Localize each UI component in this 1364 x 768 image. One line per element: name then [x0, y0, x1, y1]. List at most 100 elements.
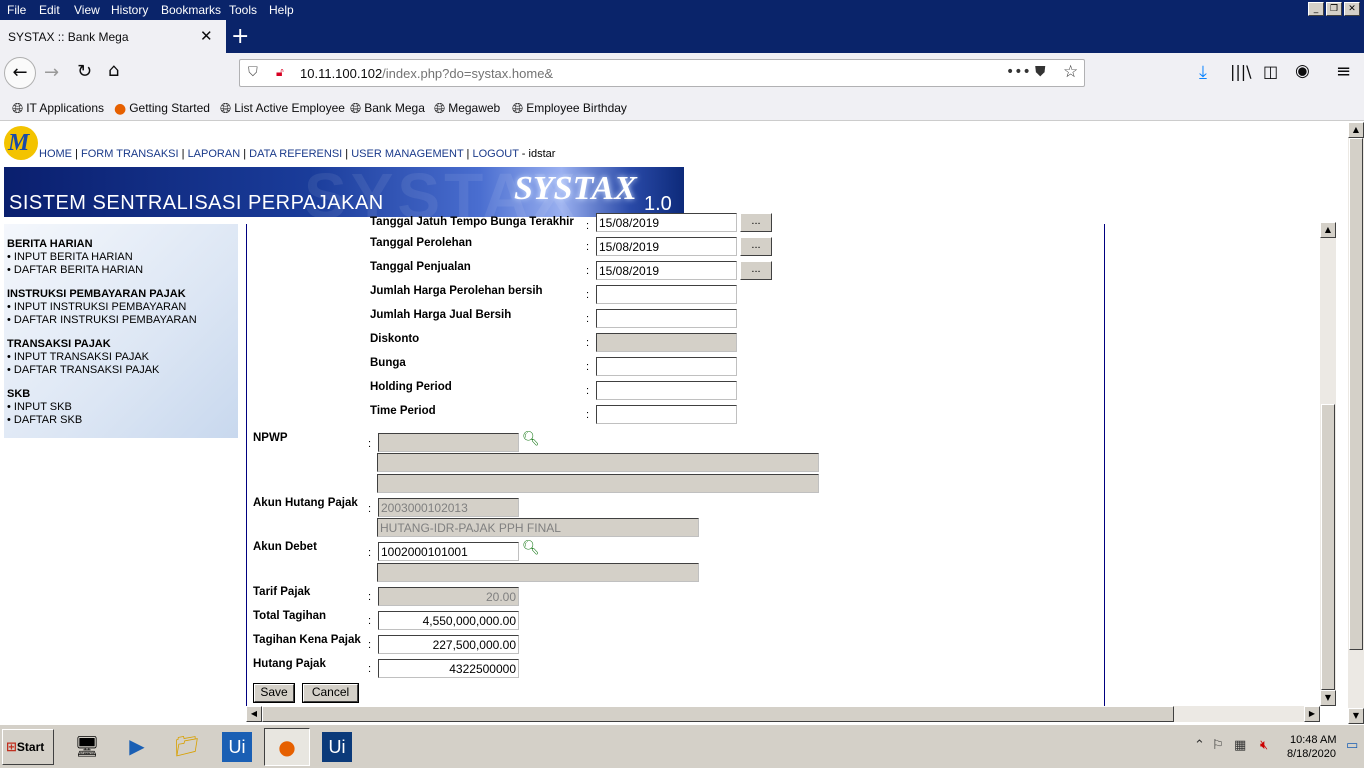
jumlah-harga-perolehan-input[interactable]: [596, 285, 737, 304]
cancel-button[interactable]: Cancel: [302, 683, 359, 703]
npwp-input[interactable]: [378, 433, 519, 452]
sidebar-item-daftar-skb[interactable]: • DAFTAR SKB: [7, 414, 82, 426]
search-icon[interactable]: 🔍︎: [522, 540, 540, 556]
account-icon[interactable]: ◉: [1295, 61, 1310, 81]
network-icon[interactable]: ▦: [1234, 738, 1246, 753]
nav-laporan[interactable]: LAPORAN: [188, 148, 241, 160]
bookmark-bank-mega[interactable]: 🌐︎ Bank Mega: [350, 100, 425, 117]
bunga-input[interactable]: [596, 357, 737, 376]
uipath-robot-icon[interactable]: Ui: [314, 728, 360, 766]
holding-period-input[interactable]: [596, 381, 737, 400]
bookmark-getting-started[interactable]: ● Getting Started: [114, 100, 210, 117]
sidebar-item-daftar-berita-harian[interactable]: • DAFTAR BERITA HARIAN: [7, 264, 143, 276]
date-picker-button[interactable]: ...: [740, 237, 772, 256]
volume-muted-icon[interactable]: 🔇︎: [1260, 738, 1268, 753]
back-arrow-icon[interactable]: ←: [4, 57, 36, 89]
minimize-icon[interactable]: _: [1308, 2, 1324, 16]
sidebar-item-daftar-transaksi-pajak[interactable]: • DAFTAR TRANSAKSI PAJAK: [7, 364, 159, 376]
tanggal-jatuh-tempo-input[interactable]: 15/08/2019: [596, 213, 737, 232]
label-total-tagihan: Total Tagihan: [253, 610, 327, 622]
scroll-right-icon[interactable]: ▶: [1304, 706, 1320, 722]
time-period-input[interactable]: [596, 405, 737, 424]
reload-icon[interactable]: ↻: [77, 61, 92, 82]
sidebar-item-input-transaksi-pajak[interactable]: • INPUT TRANSAKSI PAJAK: [7, 351, 149, 363]
url-text[interactable]: 10.11.100.102/index.php?do=systax.home&: [300, 66, 553, 81]
pocket-icon[interactable]: ⛊: [1035, 64, 1046, 80]
menu-bookmarks[interactable]: Bookmarks: [161, 3, 221, 17]
sidebar-item-input-skb[interactable]: • INPUT SKB: [7, 401, 72, 413]
search-icon[interactable]: 🔍︎: [522, 431, 540, 447]
menu-edit[interactable]: Edit: [39, 3, 60, 17]
shield-icon[interactable]: ⛉: [248, 65, 258, 80]
hamburger-menu-icon[interactable]: ≡: [1336, 61, 1351, 82]
date-picker-button[interactable]: ...: [740, 213, 772, 232]
scroll-up-icon[interactable]: ▲: [1348, 122, 1364, 138]
bookmark-employee-birthday[interactable]: 🌐︎ Employee Birthday: [512, 100, 627, 117]
chevron-up-icon[interactable]: ⌃: [1194, 738, 1205, 753]
bookmark-it-applications[interactable]: 🌐︎ IT Applications: [12, 100, 104, 117]
akun-hutang-pajak-input: 2003000102013: [378, 498, 519, 517]
scroll-up-icon[interactable]: ▲: [1320, 222, 1336, 238]
nav-home[interactable]: HOME: [39, 148, 72, 160]
restore-icon[interactable]: ❐: [1326, 2, 1342, 16]
menu-help[interactable]: Help: [269, 3, 294, 17]
tagihan-kena-pajak-input[interactable]: 227,500,000.00: [378, 635, 519, 654]
clock-time[interactable]: 10:48 AM: [1290, 734, 1336, 746]
uipath-studio-icon[interactable]: Ui: [214, 728, 260, 766]
bookmark-megaweb[interactable]: 🌐︎ Megaweb: [434, 100, 500, 117]
url-bar[interactable]: ⛉ 🔓︎ 10.11.100.102/index.php?do=systax.h…: [239, 59, 1085, 87]
sidebar-item-input-berita-harian[interactable]: • INPUT BERITA HARIAN: [7, 251, 133, 263]
firefox-icon: ●: [114, 101, 127, 117]
nav-data-referensi[interactable]: DATA REFERENSI: [249, 148, 342, 160]
show-desktop-icon[interactable]: ▭: [1346, 738, 1358, 753]
menu-history[interactable]: History: [111, 3, 148, 17]
nav-logout[interactable]: LOGOUT: [472, 148, 518, 160]
library-icon[interactable]: |||\: [1230, 62, 1252, 81]
close-window-icon[interactable]: ✕: [1344, 2, 1360, 16]
file-explorer-icon[interactable]: 📁︎: [164, 728, 210, 766]
bookmark-list-active-employee[interactable]: 🌐︎ List Active Employee: [220, 100, 345, 117]
start-button[interactable]: ⊞Start: [2, 729, 54, 765]
akun-debet-input[interactable]: 1002000101001: [378, 542, 519, 561]
label-diskonto: Diskonto: [370, 333, 420, 345]
scrollbar-thumb[interactable]: [1321, 404, 1335, 690]
close-tab-icon[interactable]: ✕: [200, 27, 213, 45]
save-button[interactable]: Save: [253, 683, 295, 703]
sidebar-item-input-instruksi-pembayaran[interactable]: • INPUT INSTRUKSI PEMBAYARAN: [7, 301, 186, 313]
server-manager-icon[interactable]: 🖥︎: [64, 728, 110, 766]
form-vertical-scrollbar[interactable]: ▲ ▼: [1320, 222, 1336, 706]
flag-icon[interactable]: ⚐: [1212, 738, 1224, 753]
clock-date[interactable]: 8/18/2020: [1287, 748, 1336, 760]
menu-tools[interactable]: Tools: [229, 3, 257, 17]
home-icon[interactable]: ⌂: [108, 60, 119, 81]
scroll-down-icon[interactable]: ▼: [1320, 690, 1336, 706]
scroll-left-icon[interactable]: ◀: [246, 706, 262, 722]
powershell-icon[interactable]: ▶: [114, 728, 160, 766]
sidebar-item-daftar-instruksi-pembayaran[interactable]: • DAFTAR INSTRUKSI PEMBAYARAN: [7, 314, 197, 326]
page-actions-icon[interactable]: •••: [1006, 64, 1031, 80]
scroll-down-icon[interactable]: ▼: [1348, 708, 1364, 724]
form-horizontal-scrollbar[interactable]: ◀ ▶: [246, 706, 1320, 722]
forward-arrow-icon[interactable]: →: [44, 62, 59, 83]
nav-form-transaksi[interactable]: FORM TRANSAKSI: [81, 148, 179, 160]
tanggal-perolehan-input[interactable]: 15/08/2019: [596, 237, 737, 256]
tanggal-penjualan-input[interactable]: 15/08/2019: [596, 261, 737, 280]
sidebar-icon[interactable]: ◫: [1263, 62, 1278, 81]
nav-user-management[interactable]: USER MANAGEMENT: [351, 148, 463, 160]
bookmark-star-icon[interactable]: ☆: [1063, 62, 1078, 82]
total-tagihan-input[interactable]: 4,550,000,000.00: [378, 611, 519, 630]
insecure-lock-icon[interactable]: 🔓︎: [276, 65, 284, 80]
hutang-pajak-input[interactable]: 4322500000: [378, 659, 519, 678]
tab-systax[interactable]: SYSTAX :: Bank Mega ✕: [0, 20, 226, 53]
scrollbar-thumb[interactable]: [1349, 138, 1363, 650]
firefox-icon[interactable]: ●: [264, 728, 310, 766]
download-icon[interactable]: ⤓: [1199, 62, 1207, 83]
page-vertical-scrollbar[interactable]: ▲ ▼: [1348, 122, 1364, 724]
date-picker-button[interactable]: ...: [740, 261, 772, 280]
menu-file[interactable]: File: [7, 3, 26, 17]
new-tab-icon[interactable]: +: [231, 24, 249, 49]
menu-view[interactable]: View: [74, 3, 100, 17]
jumlah-harga-jual-input[interactable]: [596, 309, 737, 328]
transaction-form: Tanggal Jatuh Tempo Bunga Terakhir : 15/…: [246, 213, 1105, 708]
scrollbar-thumb[interactable]: [262, 706, 1174, 722]
